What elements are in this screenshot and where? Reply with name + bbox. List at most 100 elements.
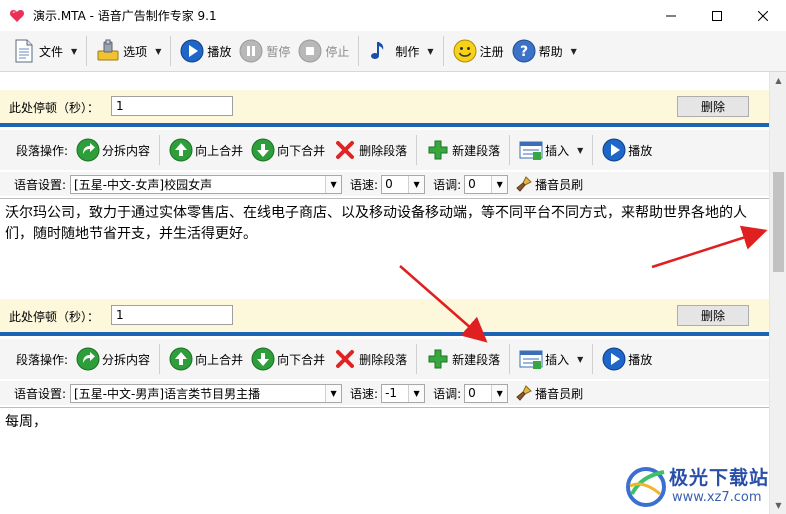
speed-label: 语速: (350, 386, 379, 401)
new-paragraph-label: 新建段落 (452, 352, 501, 367)
toolbar-separator (592, 135, 594, 165)
pitch-label: 语调: (433, 177, 462, 192)
paragraph-play-button[interactable]: 播放 (598, 134, 656, 166)
chevron-down-icon[interactable]: ▼ (427, 47, 433, 56)
chevron-down-icon[interactable]: ▼ (325, 384, 342, 402)
chevron-down-icon[interactable]: ▼ (491, 384, 508, 402)
pause-row: 此处停顿（秒）： 删除 (0, 299, 769, 332)
delete-paragraph-button[interactable]: 删除段落 (329, 134, 411, 166)
pause-duration-input[interactable] (111, 96, 233, 116)
play-icon (602, 347, 626, 371)
split-content-button[interactable]: 分拆内容 (72, 343, 154, 375)
toolbar-separator (159, 344, 161, 374)
chevron-down-icon[interactable]: ▼ (325, 175, 342, 193)
main-toolbar: 文件 ▼ 选项 ▼ 播放 暂停 停止 制作 ▼ 注册 ? 帮助 ▼ (0, 31, 786, 72)
insert-menu-label: 插入 (545, 143, 570, 158)
voice-select[interactable]: [五星-中文-男声]语言类节目男主播 ▼ (70, 383, 343, 403)
options-menu-button[interactable]: 选项 ▼ (92, 35, 165, 67)
paragraph-text-area[interactable]: 沃尔玛公司，致力于通过实体零售店、在线电子商店、以及移动设备移动端，等不同平台不… (0, 198, 769, 298)
close-button[interactable] (740, 0, 786, 31)
split-arrow-icon (76, 347, 100, 371)
chevron-down-icon[interactable]: ▼ (408, 384, 425, 402)
file-menu-button[interactable]: 文件 ▼ (8, 35, 81, 67)
red-x-icon (333, 347, 357, 371)
plugin-options-icon (96, 39, 120, 63)
merge-down-label: 向下合并 (277, 352, 326, 367)
voice-select[interactable]: [五星-中文-女声]校园女声 ▼ (70, 174, 343, 194)
toolbar-separator (416, 135, 418, 165)
insert-menu-label: 插入 (545, 352, 570, 367)
window-title: 演示.MTA - 语音广告制作专家 9.1 (33, 9, 217, 23)
pitch-select[interactable]: 0 ▼ (464, 174, 509, 194)
close-icon (758, 10, 768, 21)
new-paragraph-label: 新建段落 (452, 143, 501, 158)
aurora-logo-icon (626, 467, 666, 507)
split-content-label: 分拆内容 (102, 143, 151, 158)
play-button[interactable]: 播放 (176, 35, 235, 67)
chevron-down-icon[interactable]: ▼ (155, 47, 161, 56)
merge-up-button[interactable]: 向上合并 (165, 343, 247, 375)
merge-down-button[interactable]: 向下合并 (247, 134, 329, 166)
music-note-icon (368, 39, 392, 63)
speed-select-value: 0 (385, 177, 393, 191)
toolbar-separator (170, 36, 172, 66)
arrow-up-icon (169, 138, 193, 162)
new-paragraph-button[interactable]: 新建段落 (422, 134, 504, 166)
maximize-button[interactable] (694, 0, 740, 31)
delete-pause-button[interactable]: 删除 (677, 305, 749, 326)
toolbar-separator (509, 344, 511, 374)
vertical-scrollbar[interactable]: ▲ ▼ (769, 72, 786, 514)
chevron-down-icon[interactable]: ▼ (577, 355, 583, 364)
help-icon: ? (512, 39, 536, 63)
chevron-down-icon[interactable]: ▼ (491, 175, 508, 193)
speed-select[interactable]: -1 ▼ (381, 383, 426, 403)
file-menu-label: 文件 (39, 44, 64, 59)
insert-menu-button[interactable]: 插入 ▼ (515, 343, 587, 375)
toolbar-separator (159, 135, 161, 165)
pause-duration-label: 此处停顿（秒）： (9, 310, 100, 324)
speed-select-value: -1 (385, 386, 398, 400)
split-content-label: 分拆内容 (102, 352, 151, 367)
toolbar-separator (509, 135, 511, 165)
arrow-up-icon (169, 347, 193, 371)
speed-select[interactable]: 0 ▼ (381, 174, 426, 194)
paragraph-ops-label: 段落操作: (16, 143, 69, 158)
paragraph-play-button[interactable]: 播放 (598, 343, 656, 375)
plus-icon (426, 138, 450, 162)
chevron-down-icon[interactable]: ▼ (577, 146, 583, 155)
register-button[interactable]: 注册 (449, 35, 508, 67)
chevron-down-icon[interactable]: ▼ (71, 47, 77, 56)
make-menu-button[interactable]: 制作 ▼ (364, 35, 437, 67)
pause-duration-input[interactable] (111, 305, 233, 325)
insert-menu-button[interactable]: 插入 ▼ (515, 134, 587, 166)
arrow-down-icon (251, 347, 275, 371)
pitch-select[interactable]: 0 ▼ (464, 383, 509, 403)
chevron-down-icon[interactable]: ▼ (571, 47, 577, 56)
paragraph-toolbar: 段落操作: 分拆内容 向上合并 向下合并 删除段落 新建段落 插入 ▼ 播放 (0, 339, 769, 379)
stop-button[interactable]: 停止 (294, 35, 353, 67)
speed-label: 语速: (350, 177, 379, 192)
watermark-name: 极光下载站 (669, 467, 770, 489)
insert-list-icon (519, 347, 543, 371)
merge-up-button[interactable]: 向上合并 (165, 134, 247, 166)
chevron-down-icon[interactable]: ▼ (408, 175, 425, 193)
pause-duration-label: 此处停顿（秒）： (9, 101, 100, 115)
minimize-button[interactable] (648, 0, 694, 31)
stop-icon (298, 39, 322, 63)
merge-down-button[interactable]: 向下合并 (247, 343, 329, 375)
paragraph-divider (0, 332, 769, 336)
scrollbar-thumb[interactable] (773, 172, 784, 272)
split-content-button[interactable]: 分拆内容 (72, 134, 154, 166)
paragraph-ops-label: 段落操作: (16, 352, 69, 367)
delete-pause-button[interactable]: 删除 (677, 96, 749, 117)
announcer-brush-button[interactable]: 播音员刷 (516, 385, 583, 402)
delete-paragraph-button[interactable]: 删除段落 (329, 343, 411, 375)
pause-row: 此处停顿（秒）： 删除 (0, 90, 769, 123)
pause-button[interactable]: 暂停 (235, 35, 294, 67)
new-paragraph-button[interactable]: 新建段落 (422, 343, 504, 375)
minimize-icon (666, 15, 676, 16)
announcer-brush-button[interactable]: 播音员刷 (516, 176, 583, 193)
scroll-up-icon[interactable]: ▲ (770, 72, 786, 89)
help-menu-button[interactable]: ? 帮助 ▼ (508, 35, 581, 67)
pause-label: 暂停 (266, 44, 291, 59)
